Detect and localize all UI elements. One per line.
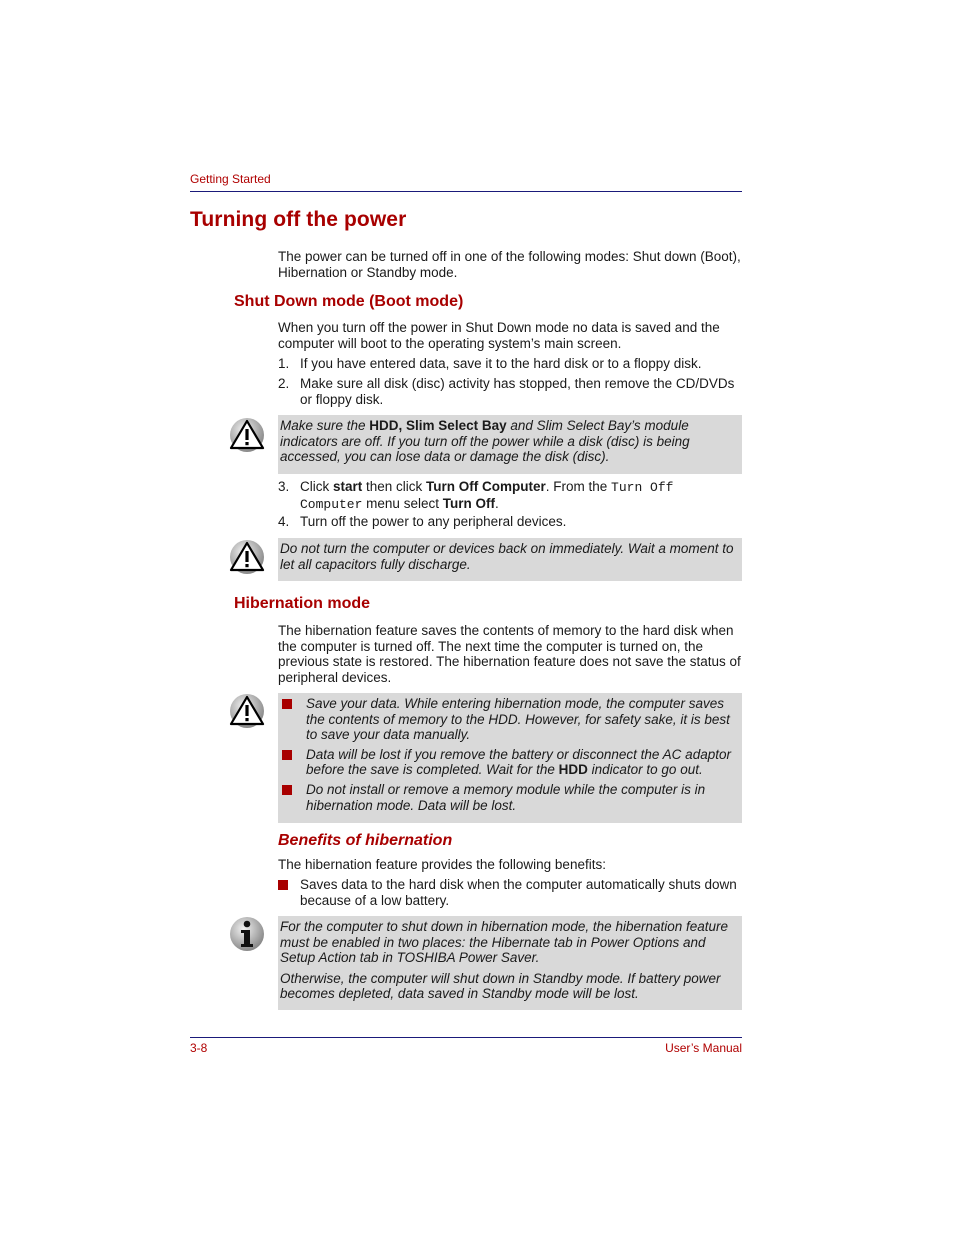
ui-label-turn-off: Turn Off [442, 495, 495, 511]
hibernation-intro: The hibernation feature saves the conten… [278, 623, 741, 685]
caution-bullet: Save your data. While entering hibernati… [280, 696, 738, 743]
info-note: For the computer to shut down in hiberna… [278, 916, 742, 1010]
info-icon [228, 915, 266, 953]
bullet-square-icon [282, 784, 292, 795]
step-number: 3. [278, 479, 290, 494]
shutdown-intro: When you turn off the power in Shut Down… [278, 320, 720, 351]
benefits-heading: Benefits of hibernation [278, 832, 453, 849]
caution-bullet: Do not install or remove a memory module… [280, 782, 738, 813]
step-text: If you have entered data, save it to the… [300, 356, 702, 371]
ui-label-turn-off-computer: Turn Off Computer [426, 479, 546, 494]
page-title: Turning off the power [190, 208, 407, 231]
step-text: Turn off the power to any peripheral dev… [300, 514, 567, 529]
step-text: Click start then click Turn Off Computer… [300, 479, 674, 512]
ui-label-start: start [333, 479, 363, 494]
caution-note: Save your data. While entering hibernati… [278, 693, 742, 823]
step-number: 1. [278, 356, 290, 371]
step-3: 3. Click start then click Turn Off Compu… [278, 479, 742, 512]
info-text: For the computer to shut down in hiberna… [280, 919, 729, 966]
bullet-square-icon [282, 699, 292, 709]
page-number: 3-8 [190, 1041, 208, 1055]
footer-rule [190, 1037, 742, 1038]
step-4: 4. Turn off the power to any peripheral … [278, 514, 742, 530]
intro-paragraph: The power can be turned off in one of th… [278, 249, 741, 280]
caution-icon [228, 538, 266, 576]
bullet-square-icon [278, 880, 288, 890]
bullet-square-icon [282, 749, 292, 760]
caution-icon [228, 416, 266, 454]
caution-note: Make sure the HDD, Slim Select Bay and S… [278, 415, 742, 474]
manual-title: User’s Manual [665, 1041, 742, 1055]
info-text: Otherwise, the computer will shut down i… [280, 970, 721, 1002]
benefits-intro: The hibernation feature provides the fol… [278, 857, 606, 872]
step-2: 2. Make sure all disk (disc) activity ha… [278, 376, 742, 407]
caution-note: Do not turn the computer or devices back… [278, 538, 742, 581]
step-number: 4. [278, 514, 290, 529]
header-rule [190, 191, 742, 192]
caution-icon [228, 692, 266, 730]
emphasis: HDD [558, 762, 588, 778]
step-text: Make sure all disk (disc) activity has s… [300, 376, 735, 407]
emphasis: HDD, Slim Select Bay [369, 418, 507, 433]
caution-text: Make sure the HDD, Slim Select Bay and S… [280, 418, 690, 465]
running-head: Getting Started [190, 172, 271, 186]
shutdown-heading: Shut Down mode (Boot mode) [234, 293, 464, 310]
hibernation-heading: Hibernation mode [234, 595, 371, 612]
caution-bullet: Data will be lost if you remove the batt… [280, 747, 738, 778]
caution-text: Do not turn the computer or devices back… [280, 541, 734, 572]
step-1: 1. If you have entered data, save it to … [278, 356, 742, 372]
step-number: 2. [278, 376, 290, 391]
benefits-list-item: Saves data to the hard disk when the com… [278, 877, 742, 908]
